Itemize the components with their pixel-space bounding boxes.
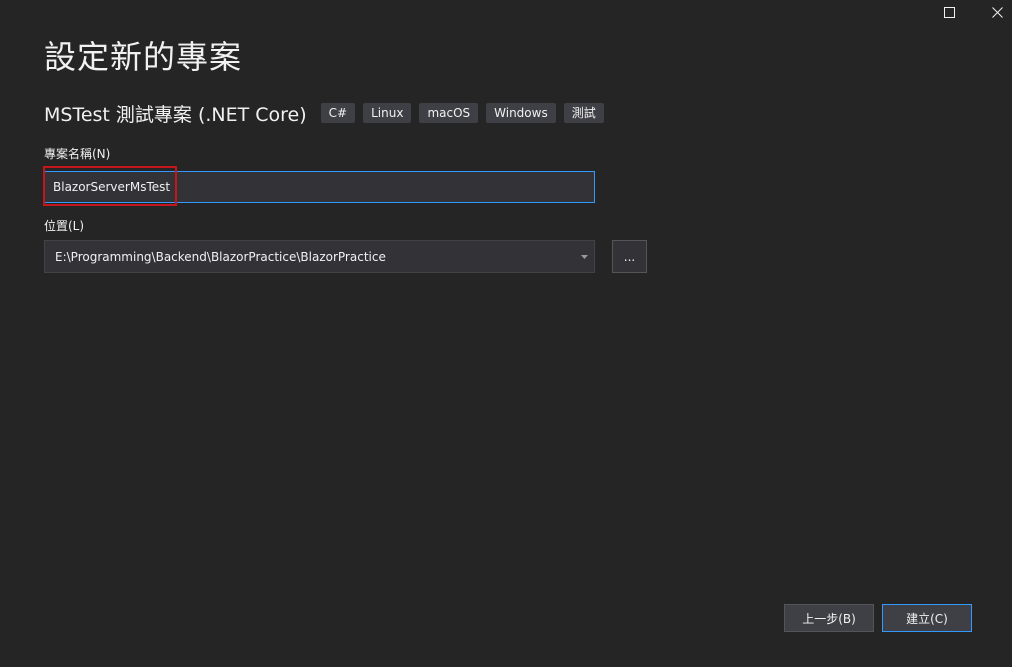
template-name: MSTest 測試專案 (.NET Core) <box>44 103 307 126</box>
back-button[interactable]: 上一步(B) <box>784 604 874 632</box>
tag-macos: macOS <box>419 103 479 123</box>
maximize-button[interactable] <box>926 0 972 24</box>
location-label: 位置(L) <box>44 219 85 233</box>
project-name-input[interactable] <box>44 171 595 203</box>
tag-csharp: C# <box>320 103 356 123</box>
close-button[interactable] <box>974 0 1012 24</box>
project-name-label: 專案名稱(N) <box>44 147 111 161</box>
page-title: 設定新的專案 <box>44 38 243 76</box>
tag-linux: Linux <box>363 103 412 123</box>
maximize-icon <box>943 6 955 18</box>
chevron-down-icon <box>580 254 588 259</box>
tag-windows: Windows <box>486 103 556 123</box>
browse-button[interactable]: ... <box>612 240 647 273</box>
location-value: E:\Programming\Backend\BlazorPractice\Bl… <box>55 249 386 264</box>
template-info: MSTest 測試專案 (.NET Core) C# Linux macOS W… <box>44 100 612 126</box>
location-dropdown-button[interactable] <box>574 241 594 272</box>
location-combobox[interactable]: E:\Programming\Backend\BlazorPractice\Bl… <box>44 240 595 273</box>
create-button[interactable]: 建立(C) <box>882 604 972 632</box>
close-icon <box>991 6 1003 18</box>
tag-test: 測試 <box>563 103 604 123</box>
